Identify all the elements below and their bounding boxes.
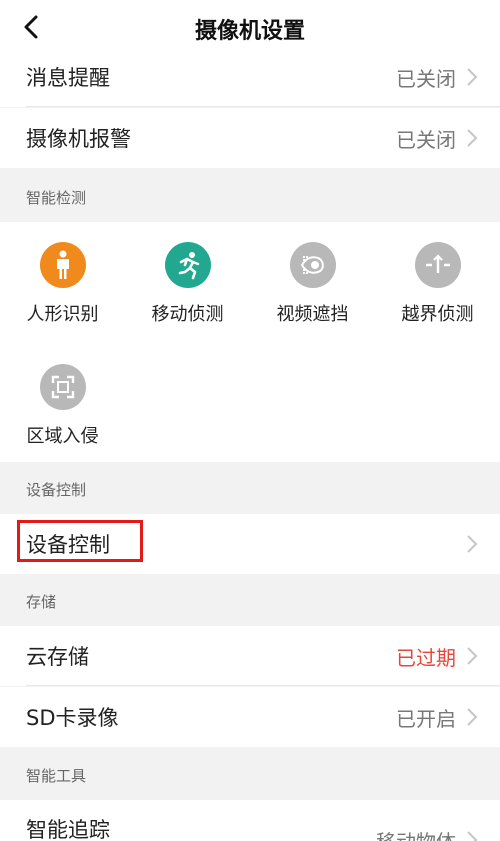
chevron-right-icon (467, 535, 478, 553)
section-header-storage: 存储 (0, 574, 500, 626)
feature-label: 移动侦测 (151, 304, 224, 325)
row-value: 移动物体 (376, 826, 456, 841)
section-title: 智能检测 (26, 189, 87, 207)
row-label: 云存储 (26, 645, 89, 669)
top-bar: 摄像机设置 (0, 0, 500, 54)
row-cloud-storage[interactable]: 云存储 已过期 (0, 626, 500, 686)
row-label: 智能追踪 (26, 818, 110, 841)
feature-human-detect[interactable]: 人形识别 (0, 222, 125, 332)
region-icon (39, 364, 86, 410)
highlight-box (17, 520, 143, 562)
row-sd-recording[interactable]: SD卡录像 已开启 (0, 687, 500, 747)
chevron-right-icon (467, 68, 478, 86)
running-icon (164, 242, 211, 288)
divider (26, 685, 500, 686)
chevron-right-icon (467, 708, 478, 726)
person-icon (39, 242, 86, 288)
row-label: SD卡录像 (26, 706, 119, 730)
row-value: 已开启 (396, 707, 456, 731)
divider (26, 106, 500, 107)
section-header-smart-tools: 智能工具 (0, 748, 500, 800)
feature-label: 越界侦测 (401, 304, 474, 325)
row-value: 已过期 (396, 646, 456, 670)
boundary-icon (414, 242, 461, 288)
chevron-right-icon (467, 129, 478, 147)
section-header-device-control: 设备控制 (0, 462, 500, 514)
section-title: 智能工具 (26, 767, 87, 785)
feature-motion-detect[interactable]: 移动侦测 (125, 222, 250, 332)
row-camera-alarm[interactable]: 摄像机报警 已关闭 (0, 108, 500, 168)
row-value: 已关闭 (396, 128, 456, 152)
chevron-right-icon (467, 831, 478, 841)
feature-label: 人形识别 (26, 304, 99, 325)
section-header-smart-detect: 智能检测 (0, 170, 500, 222)
page-title: 摄像机设置 (194, 19, 305, 44)
feature-label: 区域入侵 (26, 426, 99, 447)
feature-region-intrusion[interactable]: 区域入侵 (0, 344, 125, 454)
smart-detect-grid: 人形识别 移动侦测 视频遮挡 越界侦测 区域入侵 (0, 222, 500, 462)
feature-line-crossing[interactable]: 越界侦测 (375, 222, 500, 332)
feature-video-occlusion[interactable]: 视频遮挡 (250, 222, 375, 332)
row-smart-tracking[interactable]: 智能追踪 移动物体 (0, 800, 500, 841)
row-label: 消息提醒 (26, 66, 110, 90)
section-title: 存储 (26, 593, 57, 611)
occlusion-icon (289, 242, 336, 288)
row-value: 已关闭 (396, 67, 456, 91)
row-message-reminder[interactable]: 消息提醒 已关闭 (0, 47, 500, 107)
section-title: 设备控制 (26, 481, 87, 499)
feature-label: 视频遮挡 (276, 304, 349, 325)
chevron-right-icon (467, 647, 478, 665)
row-label: 摄像机报警 (26, 127, 131, 151)
